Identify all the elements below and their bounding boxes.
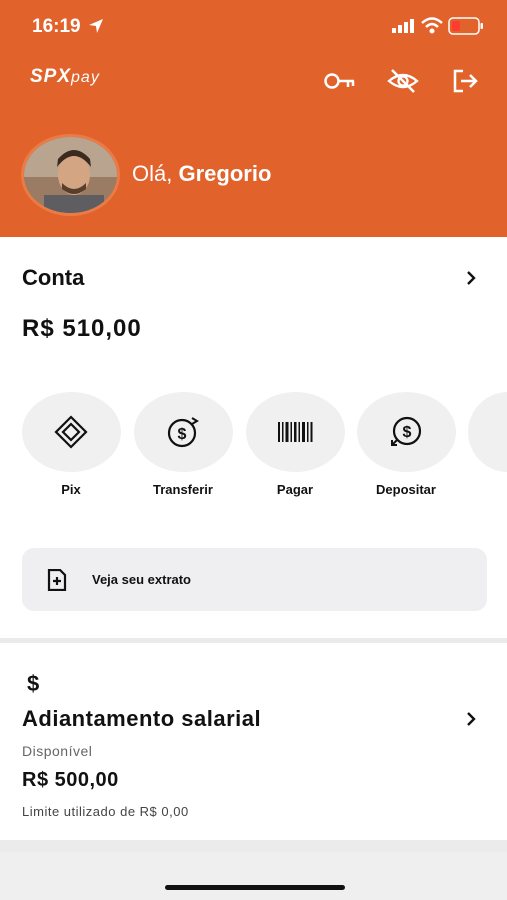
barcode-icon — [278, 422, 313, 442]
transfer-circle[interactable]: $ — [133, 392, 233, 472]
svg-text:$: $ — [178, 426, 187, 443]
available-value: R$ 500,00 — [22, 769, 119, 791]
dollar-icon: $ — [27, 671, 40, 696]
transfer-label: Transferir — [153, 482, 213, 497]
pix-button[interactable]: Pix — [21, 392, 121, 497]
statement-doc-icon — [47, 569, 67, 591]
user-name: Gregorio — [178, 161, 272, 186]
statement-button[interactable]: Veja seu extrato — [22, 548, 487, 611]
deposit-label: Depositar — [376, 482, 436, 497]
pix-label: Pix — [61, 482, 81, 497]
logo-suffix: pay — [71, 69, 100, 86]
user-avatar[interactable] — [21, 134, 120, 216]
key-icon — [324, 73, 355, 89]
account-balance: R$ 510,00 — [22, 315, 142, 342]
location-arrow-icon — [89, 19, 103, 33]
salary-advance-card[interactable]: $ Adiantamento salarial Disponível R$ 50… — [0, 643, 507, 840]
pay-button[interactable]: Pagar — [245, 392, 345, 497]
logout-button[interactable] — [448, 64, 482, 98]
cellular-signal-icon — [392, 19, 414, 33]
more-actions-partial[interactable] — [468, 392, 507, 472]
salary-advance-title: Adiantamento salarial — [22, 706, 262, 731]
key-button[interactable] — [323, 64, 357, 98]
eye-off-icon — [387, 69, 419, 93]
account-title[interactable]: Conta — [22, 265, 84, 291]
transfer-button[interactable]: $ Transferir — [133, 392, 233, 497]
deposit-icon: $ — [391, 416, 422, 446]
hide-balance-button[interactable] — [386, 64, 420, 98]
pay-label: Pagar — [276, 482, 314, 497]
next-card-peek — [0, 852, 507, 900]
greeting-prefix: Olá, — [132, 161, 173, 186]
svg-text:$: $ — [403, 424, 412, 441]
deposit-button[interactable]: $ Depositar — [356, 392, 456, 497]
spxpay-logo: SPXpay — [30, 66, 114, 96]
statement-label: Veja seu extrato — [92, 572, 191, 587]
deposit-circle[interactable]: $ — [356, 392, 456, 472]
pay-circle[interactable] — [245, 392, 345, 472]
status-time: 16:19 — [32, 16, 81, 37]
pix-icon — [54, 415, 88, 449]
available-label: Disponível — [22, 743, 93, 759]
account-card: Conta R$ 510,00 Pix $ Transferir Pagar $… — [0, 237, 507, 638]
pix-circle[interactable] — [21, 392, 121, 472]
transfer-icon: $ — [167, 417, 199, 448]
status-bar: 16:19 — [0, 0, 507, 52]
limit-used-text: Limite utilizado de R$ 0,00 — [22, 804, 189, 819]
battery-icon — [448, 17, 483, 35]
home-indicator[interactable] — [165, 885, 345, 890]
avatar-photo — [24, 137, 117, 213]
logo-text: SPX — [30, 66, 72, 87]
app-header: 16:19 SPXpay Olá, Gregorio — [0, 0, 507, 237]
chevron-right-icon[interactable] — [463, 711, 479, 727]
logout-icon — [453, 69, 478, 93]
wifi-icon — [421, 17, 443, 34]
greeting: Olá, Gregorio — [132, 161, 271, 187]
chevron-right-icon[interactable] — [463, 270, 479, 286]
